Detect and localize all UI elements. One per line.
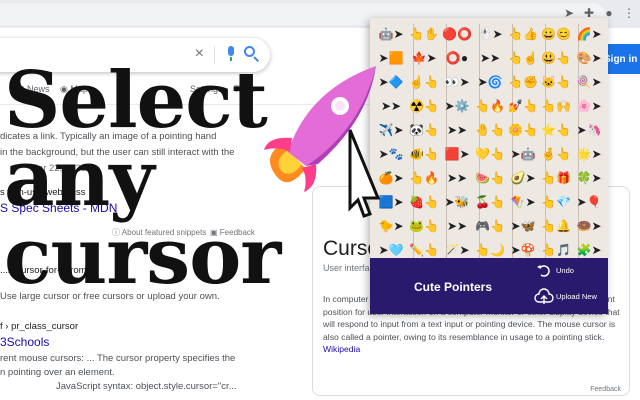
cursor-option[interactable]: 🎨➤ (574, 48, 604, 68)
cursor-option[interactable]: 🎮👆 (475, 216, 505, 236)
cursor-option[interactable]: ➤🍄 (508, 240, 538, 260)
cursor-option[interactable]: 👀➤ (442, 72, 472, 92)
cursor-option[interactable]: 🪁➤ (508, 192, 538, 212)
cursor-option[interactable]: 🤞👆 (541, 144, 571, 164)
cursor-option[interactable]: ➤➤ (442, 168, 472, 188)
headline-line: Select (4, 55, 268, 146)
wikipedia-link[interactable]: Wikipedia (323, 344, 360, 354)
cursor-option[interactable]: ➤➤ (475, 48, 505, 68)
cursor-option[interactable]: 🍁➤ (409, 48, 439, 68)
cursor-option[interactable]: 🌟➤ (574, 144, 604, 164)
cursor-option[interactable]: ➤➤ (442, 216, 472, 236)
cursor-option[interactable]: 🐱👆 (541, 72, 571, 92)
menu-icon[interactable]: ⋮ (622, 6, 636, 20)
cursor-option[interactable]: 👆🌙 (475, 240, 505, 260)
promo-headline: Select any cursor (4, 55, 281, 302)
cursor-option[interactable]: 👆🎁 (541, 168, 571, 188)
headline-line: any (4, 133, 155, 224)
cursor-option[interactable]: ➤🩵 (376, 240, 406, 260)
cursor-option[interactable]: 🌸➤ (574, 96, 604, 116)
cursor-option[interactable]: 💅👆 (508, 96, 538, 116)
cursor-option[interactable]: ➤🌀 (475, 72, 505, 92)
cursor-option[interactable]: ➤⚙️ (442, 96, 472, 116)
cursor-option[interactable]: 👆✋ (409, 24, 439, 44)
cursor-option[interactable]: ☢️👆 (409, 96, 439, 116)
undo-button[interactable]: Undo (536, 260, 596, 284)
cursor-option[interactable]: 👆✊ (508, 72, 538, 92)
cursor-option[interactable]: 🍭➤ (574, 72, 604, 92)
cursor-option[interactable]: 🍓👆 (409, 192, 439, 212)
cursor-option[interactable]: 🍉👆 (475, 168, 505, 188)
brand-name: Cute Pointers (414, 280, 493, 294)
upload-new-button[interactable]: Upload New (534, 286, 606, 310)
cursor-option[interactable]: 👆🔔 (541, 216, 571, 236)
cursor-option[interactable]: 🐼👆 (409, 120, 439, 140)
result-syntax: JavaScript syntax: object.style.cursor="… (56, 381, 237, 392)
cursor-option[interactable]: 🖱️➤ (475, 24, 505, 44)
cursor-option[interactable]: ➤🎈 (574, 192, 604, 212)
cursor-option[interactable]: ➤🦋 (508, 216, 538, 236)
cursor-option[interactable]: ✏️👆 (409, 240, 439, 260)
cursor-option[interactable]: 😃👆 (541, 48, 571, 68)
cursor-option[interactable]: 🤚👆 (475, 120, 505, 140)
cursor-option[interactable]: 👆👍 (508, 24, 538, 44)
cursor-option[interactable]: 🪄➤ (442, 240, 472, 260)
cursor-option[interactable]: 🍩➤ (574, 216, 604, 236)
result-title-link[interactable]: 3Schools (0, 336, 49, 349)
cursor-option[interactable]: 🍀➤ (574, 168, 604, 188)
headline-line: cursor (4, 211, 281, 302)
cursor-option[interactable]: ⭐👆 (541, 120, 571, 140)
cursor-option[interactable]: 🐸👆 (409, 216, 439, 236)
cursor-option[interactable]: 🍒👆 (475, 192, 505, 212)
cursor-option[interactable]: 💛👆 (475, 144, 505, 164)
cursor-option[interactable]: ➤➤ (442, 120, 472, 140)
cursor-option[interactable]: ➤🐝 (442, 192, 472, 212)
cursor-option[interactable]: 🔴⭕ (442, 24, 472, 44)
cursor-option[interactable]: 👆🔥 (475, 96, 505, 116)
cursor-option[interactable]: 🌼👆 (508, 120, 538, 140)
cursor-option[interactable]: ➤🦄 (574, 120, 604, 140)
cursor-option[interactable]: 🐤➤ (376, 216, 406, 236)
cursor-option[interactable]: 👆🙌 (541, 96, 571, 116)
cursor-option[interactable]: 🟥➤ (442, 144, 472, 164)
cursor-option[interactable]: 😀😊 (541, 24, 571, 44)
cursor-option[interactable]: 🥑➤ (508, 168, 538, 188)
cursor-option[interactable]: 🐠👆 (409, 144, 439, 164)
popup-footer: Cute Pointers Undo Upload New (370, 258, 608, 314)
pixel-cursor-icon (348, 129, 381, 218)
cursor-grid: 🤖➤ 👆✋ 🔴⭕ 🖱️➤ 👆👍 😀😊 🌈➤ ➤🟧 🍁➤ ⭕● ➤➤ 👆☝ 😃👆 🎨➤ ➤🔷 ☝👆 👀➤ ➤🌀 👆✊ 🐱… (376, 24, 602, 270)
cursor-option[interactable]: ➤🤖 (508, 144, 538, 164)
result-snippet: n pointing over an element. (0, 367, 115, 378)
cursor-option[interactable]: 👆🔥 (409, 168, 439, 188)
result-snippet: rent mouse cursors: ... The cursor prope… (0, 353, 236, 364)
cloud-upload-icon (534, 288, 554, 304)
cursor-option[interactable]: ☝👆 (409, 72, 439, 92)
cursor-option[interactable]: 🤖➤ (376, 24, 406, 44)
cute-pointers-popup: 🤖➤ 👆✋ 🔴⭕ 🖱️➤ 👆👍 😀😊 🌈➤ ➤🟧 🍁➤ ⭕● ➤➤ 👆☝ 😃👆 🎨➤ ➤🔷 ☝👆 👀➤ ➤🌀 👆✊ 🐱… (370, 18, 608, 314)
knowledge-panel-feedback[interactable]: Feedback (590, 386, 621, 393)
cursor-option[interactable]: 👆💎 (541, 192, 571, 212)
cursor-option[interactable]: 🌈➤ (574, 24, 604, 44)
cursor-option[interactable]: 👆🎵 (541, 240, 571, 260)
cursor-option[interactable]: ⭕● (442, 48, 472, 68)
undo-icon (537, 265, 550, 277)
cursor-option[interactable]: 👆☝ (508, 48, 538, 68)
cursor-option[interactable]: 🧩➤ (574, 240, 604, 260)
result-url: f › pr_class_cursor (0, 321, 79, 332)
